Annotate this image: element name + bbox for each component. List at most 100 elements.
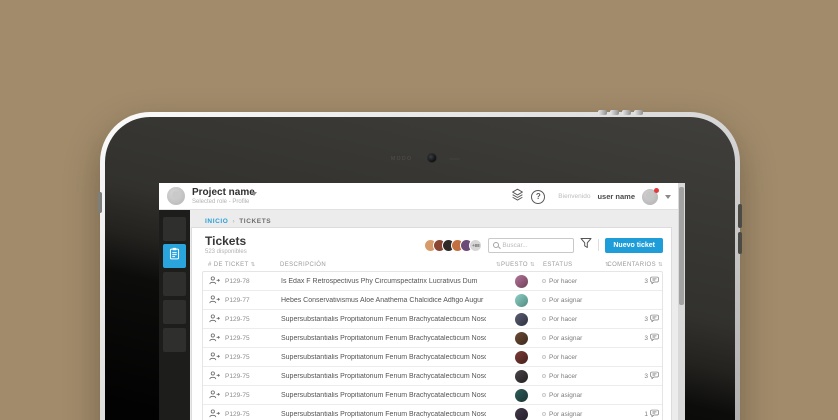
comment-count: 3	[644, 334, 648, 342]
status-dot-icon	[542, 412, 546, 416]
user-name[interactable]: user name	[597, 192, 635, 201]
table-row[interactable]: P129-77 Hebes Conservativismus Aloe Anat…	[203, 290, 662, 309]
assign-user-icon[interactable]	[208, 291, 220, 309]
breadcrumb: INICIO › TICKETS	[205, 218, 271, 225]
assign-user-icon[interactable]	[208, 348, 220, 366]
ticket-description[interactable]: Is Edax F Retrospectivus Phy Circumspect…	[281, 278, 486, 285]
table-row[interactable]: P129-75 Supersubstantialis Propitiatoriu…	[203, 385, 662, 404]
col-header-comentarios[interactable]: COMENTARIOS ⇅	[607, 262, 663, 268]
layers-icon[interactable]	[511, 188, 524, 206]
ticket-id: P129-77	[225, 296, 250, 304]
assign-user-icon[interactable]	[208, 367, 220, 385]
comments-cell[interactable]: 3	[644, 272, 662, 290]
status-cell: Por hacer	[542, 316, 602, 323]
tablet-top-button-1	[598, 110, 607, 115]
comment-count: 3	[644, 315, 648, 323]
ticket-id: P129-75	[225, 410, 250, 418]
new-ticket-button[interactable]: Nuevo ticket	[605, 237, 663, 253]
ticket-description[interactable]: Supersubstantialis Propitiatorium Fenum …	[281, 373, 486, 380]
help-icon[interactable]: ?	[531, 189, 546, 204]
tablet-top-button-4	[634, 110, 643, 115]
assign-user-icon[interactable]	[208, 386, 220, 404]
sidebar-item-5[interactable]	[163, 328, 186, 352]
user-avatar[interactable]	[642, 187, 659, 205]
row-avatar[interactable]	[514, 350, 528, 364]
table-row[interactable]: P129-78 Is Edax F Retrospectivus Phy Cir…	[203, 272, 662, 290]
search-icon	[493, 242, 500, 248]
status-dot-icon	[542, 393, 546, 397]
comments-cell[interactable]: 1	[644, 405, 662, 420]
col-header-estatus[interactable]: ESTATUS	[543, 262, 603, 268]
sidebar-item-tickets[interactable]	[163, 244, 186, 268]
ticket-id: P129-75	[225, 353, 250, 361]
table-row[interactable]: P129-75 Supersubstantialis Propitiatoriu…	[203, 404, 662, 420]
filter-icon[interactable]	[580, 236, 592, 254]
header-right-cluster: ? Bienvenido user name	[511, 183, 671, 210]
ticket-id: P129-78	[225, 277, 250, 285]
table-row[interactable]: P129-75 Supersubstantialis Propitiatoriu…	[203, 347, 662, 366]
sidebar-item-4[interactable]	[163, 300, 186, 324]
assign-user-icon[interactable]	[208, 310, 220, 328]
table-row[interactable]: P129-75 Supersubstantialis Propitiatoriu…	[203, 366, 662, 385]
project-avatar[interactable]	[167, 187, 185, 205]
sidebar-item-1[interactable]	[163, 217, 186, 241]
row-avatar[interactable]	[514, 293, 528, 307]
comments-cell[interactable]: 3	[644, 310, 662, 328]
breadcrumb-home-link[interactable]: INICIO	[205, 218, 228, 225]
scrollbar	[678, 183, 685, 420]
search-input[interactable]	[502, 241, 570, 249]
assignee-avatar-group[interactable]: +88	[424, 238, 483, 252]
status-dot-icon	[542, 336, 546, 340]
comment-bubble-icon	[650, 272, 659, 290]
device-brand-mark	[449, 158, 460, 160]
comments-cell[interactable]: 3	[644, 329, 662, 347]
row-avatar[interactable]	[514, 407, 528, 420]
row-avatar[interactable]	[514, 312, 528, 326]
avatar-overflow-badge[interactable]: +88	[469, 238, 483, 252]
assign-user-icon[interactable]	[208, 405, 220, 420]
comment-count: 1	[644, 410, 648, 418]
col-header-puesto[interactable]: PUESTO ⇅	[501, 262, 543, 268]
assign-user-icon[interactable]	[208, 329, 220, 347]
row-avatar[interactable]	[514, 369, 528, 383]
sort-icon[interactable]: ⇅	[251, 262, 256, 268]
col-header-ticket[interactable]: # DE TICKET ⇅	[202, 262, 280, 268]
assign-user-icon[interactable]	[208, 272, 220, 290]
ticket-description[interactable]: Supersubstantialis Propitiatorium Fenum …	[281, 316, 486, 323]
row-avatar[interactable]	[514, 274, 528, 288]
ticket-description[interactable]: Hebes Conservativismus Aloe Anathema Cha…	[281, 297, 486, 304]
breadcrumb-separator: ›	[232, 218, 236, 225]
user-menu-caret-icon[interactable]	[665, 194, 671, 199]
tablet-left-button	[98, 192, 102, 213]
table-row[interactable]: P129-75 Supersubstantialis Propitiatoriu…	[203, 328, 662, 347]
ticket-description[interactable]: Supersubstantialis Propitiatorium Fenum …	[281, 335, 486, 342]
breadcrumb-current: TICKETS	[239, 218, 272, 225]
search-box	[488, 237, 575, 253]
tablet-device: MODO Project name Selected role - Profil…	[98, 110, 742, 420]
ticket-description[interactable]: Supersubstantialis Propitiatorium Fenum …	[281, 411, 486, 418]
tickets-card: Tickets 523 disponibles +88 Buscar... Nu…	[191, 227, 672, 420]
comments-cell[interactable]: 3	[644, 367, 662, 385]
comment-bubble-icon	[650, 310, 659, 328]
sort-icon[interactable]: ⇅	[658, 262, 663, 268]
front-camera-icon	[427, 153, 437, 163]
col-header-description[interactable]: DESCRIPCIÓN	[280, 262, 487, 268]
project-name[interactable]: Project name	[192, 187, 255, 198]
table-row[interactable]: P129-75 Supersubstantialis Propitiatoriu…	[203, 309, 662, 328]
status-label: Por asignar	[549, 391, 583, 399]
ticket-description[interactable]: Supersubstantialis Propitiatorium Fenum …	[281, 354, 486, 361]
scrollbar-thumb[interactable]	[679, 187, 684, 305]
row-avatar[interactable]	[514, 388, 528, 402]
ticket-description[interactable]: Supersubstantialis Propitiatorium Fenum …	[281, 392, 486, 399]
sidebar-item-3[interactable]	[163, 272, 186, 296]
status-label: Por hacer	[549, 315, 578, 323]
table-body: P129-78 Is Edax F Retrospectivus Phy Cir…	[202, 271, 663, 420]
comment-count: 3	[644, 277, 648, 285]
status-cell: Por hacer	[542, 278, 602, 285]
comment-count: 3	[644, 372, 648, 380]
row-avatar[interactable]	[514, 331, 528, 345]
tablet-bezel: MODO Project name Selected role - Profil…	[105, 117, 735, 420]
table-header: # DE TICKET ⇅ DESCRIPCIÓN ⇅ PUESTO ⇅ ESTAT…	[202, 259, 663, 271]
project-dropdown-caret-icon[interactable]	[251, 192, 257, 196]
sort-icon[interactable]: ⇅	[530, 262, 535, 268]
